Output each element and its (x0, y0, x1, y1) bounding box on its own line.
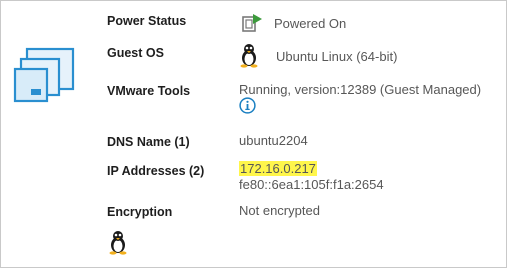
guest-os-value: Ubuntu Linux (64-bit) (276, 49, 398, 64)
ip-address-primary[interactable]: 172.16.0.217 (239, 161, 317, 176)
power-status-label: Power Status (107, 14, 187, 28)
info-icon[interactable] (239, 97, 256, 114)
virtual-machine-icon (13, 47, 75, 103)
ip-addresses-label: IP Addresses (2) (107, 164, 205, 178)
encryption-value: Not encrypted (239, 203, 320, 218)
linux-tux-icon (240, 44, 258, 68)
vmware-tools-value: Running, version:12389 (Guest Managed) (239, 82, 482, 97)
power-status-value: Powered On (274, 16, 347, 31)
encryption-label: Encryption (107, 205, 173, 219)
vmware-tools-label: VMware Tools (107, 84, 191, 98)
vm-summary-panel: Power Status Powered On Guest OS Ubuntu … (0, 0, 507, 268)
power-on-icon (242, 14, 262, 32)
dns-name-value: ubuntu2204 (239, 133, 308, 148)
ip-address-highlight: 172.16.0.217 (239, 161, 317, 176)
ip-address-secondary[interactable]: fe80::6ea1:105f:f1a:2654 (239, 177, 384, 192)
guest-os-label: Guest OS (107, 46, 164, 60)
linux-tux-icon (109, 231, 127, 255)
dns-name-label: DNS Name (1) (107, 135, 190, 149)
